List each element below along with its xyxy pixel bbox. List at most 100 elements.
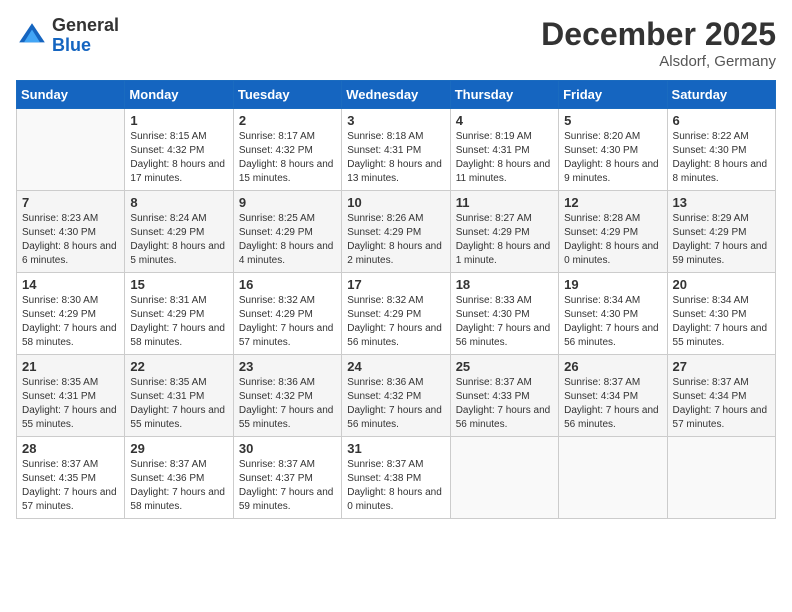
calendar-week-row: 7 Sunrise: 8:23 AMSunset: 4:30 PMDaylight… <box>17 191 776 273</box>
day-number: 23 <box>239 359 336 374</box>
calendar-cell: 16 Sunrise: 8:32 AMSunset: 4:29 PMDayligh… <box>233 273 341 355</box>
day-number: 30 <box>239 441 336 456</box>
calendar-header-monday: Monday <box>125 81 233 109</box>
day-number: 16 <box>239 277 336 292</box>
day-info: Sunrise: 8:29 AMSunset: 4:29 PMDaylight:… <box>673 212 770 268</box>
calendar-cell: 24 Sunrise: 8:36 AMSunset: 4:32 PMDayligh… <box>342 355 450 437</box>
calendar-header-tuesday: Tuesday <box>233 81 341 109</box>
day-info: Sunrise: 8:37 AMSunset: 4:33 PMDaylight:… <box>456 376 553 432</box>
calendar-cell: 7 Sunrise: 8:23 AMSunset: 4:30 PMDaylight… <box>17 191 125 273</box>
day-info: Sunrise: 8:33 AMSunset: 4:30 PMDaylight:… <box>456 294 553 350</box>
day-info: Sunrise: 8:37 AMSunset: 4:36 PMDaylight:… <box>130 458 227 514</box>
day-number: 21 <box>22 359 119 374</box>
location: Alsdorf, Germany <box>541 53 776 70</box>
day-number: 1 <box>130 113 227 128</box>
day-info: Sunrise: 8:23 AMSunset: 4:30 PMDaylight:… <box>22 212 119 268</box>
day-number: 14 <box>22 277 119 292</box>
calendar-cell: 28 Sunrise: 8:37 AMSunset: 4:35 PMDayligh… <box>17 437 125 519</box>
day-info: Sunrise: 8:37 AMSunset: 4:35 PMDaylight:… <box>22 458 119 514</box>
calendar-cell: 3 Sunrise: 8:18 AMSunset: 4:31 PMDaylight… <box>342 109 450 191</box>
day-info: Sunrise: 8:32 AMSunset: 4:29 PMDaylight:… <box>347 294 444 350</box>
day-info: Sunrise: 8:37 AMSunset: 4:34 PMDaylight:… <box>673 376 770 432</box>
logo-icon <box>16 20 48 52</box>
title-block: December 2025 Alsdorf, Germany <box>541 16 776 70</box>
day-info: Sunrise: 8:20 AMSunset: 4:30 PMDaylight:… <box>564 130 661 186</box>
day-info: Sunrise: 8:27 AMSunset: 4:29 PMDaylight:… <box>456 212 553 268</box>
day-number: 9 <box>239 195 336 210</box>
calendar-header-friday: Friday <box>559 81 667 109</box>
calendar-cell <box>450 437 558 519</box>
day-info: Sunrise: 8:34 AMSunset: 4:30 PMDaylight:… <box>564 294 661 350</box>
day-number: 27 <box>673 359 770 374</box>
day-info: Sunrise: 8:34 AMSunset: 4:30 PMDaylight:… <box>673 294 770 350</box>
day-number: 6 <box>673 113 770 128</box>
calendar-cell: 9 Sunrise: 8:25 AMSunset: 4:29 PMDaylight… <box>233 191 341 273</box>
calendar-cell: 8 Sunrise: 8:24 AMSunset: 4:29 PMDaylight… <box>125 191 233 273</box>
calendar-cell: 31Sunrise: 8:37 AMSunset: 4:38 PMDayligh… <box>342 437 450 519</box>
calendar-cell: 18 Sunrise: 8:33 AMSunset: 4:30 PMDayligh… <box>450 273 558 355</box>
calendar-cell: 26 Sunrise: 8:37 AMSunset: 4:34 PMDayligh… <box>559 355 667 437</box>
calendar-cell: 5 Sunrise: 8:20 AMSunset: 4:30 PMDaylight… <box>559 109 667 191</box>
day-info: Sunrise: 8:32 AMSunset: 4:29 PMDaylight:… <box>239 294 336 350</box>
calendar-cell: 30Sunrise: 8:37 AMSunset: 4:37 PMDayligh… <box>233 437 341 519</box>
calendar-cell: 19 Sunrise: 8:34 AMSunset: 4:30 PMDayligh… <box>559 273 667 355</box>
day-number: 25 <box>456 359 553 374</box>
calendar-cell: 29 Sunrise: 8:37 AMSunset: 4:36 PMDayligh… <box>125 437 233 519</box>
day-number: 24 <box>347 359 444 374</box>
day-number: 31 <box>347 441 444 456</box>
day-number: 26 <box>564 359 661 374</box>
day-info: Sunrise: 8:31 AMSunset: 4:29 PMDaylight:… <box>130 294 227 350</box>
calendar-cell: 14 Sunrise: 8:30 AMSunset: 4:29 PMDayligh… <box>17 273 125 355</box>
day-info: Sunrise: 8:30 AMSunset: 4:29 PMDaylight:… <box>22 294 119 350</box>
logo: General Blue <box>16 16 119 56</box>
calendar-cell: 4Sunrise: 8:19 AMSunset: 4:31 PMDaylight… <box>450 109 558 191</box>
day-number: 5 <box>564 113 661 128</box>
day-info: Sunrise: 8:18 AMSunset: 4:31 PMDaylight:… <box>347 130 444 186</box>
calendar-cell: 21 Sunrise: 8:35 AMSunset: 4:31 PMDayligh… <box>17 355 125 437</box>
day-info: Sunrise: 8:15 AMSunset: 4:32 PMDaylight:… <box>130 130 227 186</box>
calendar-cell: 13Sunrise: 8:29 AMSunset: 4:29 PMDayligh… <box>667 191 775 273</box>
day-number: 29 <box>130 441 227 456</box>
day-number: 28 <box>22 441 119 456</box>
calendar-cell: 25 Sunrise: 8:37 AMSunset: 4:33 PMDayligh… <box>450 355 558 437</box>
calendar-cell: 23Sunrise: 8:36 AMSunset: 4:32 PMDayligh… <box>233 355 341 437</box>
day-number: 15 <box>130 277 227 292</box>
day-info: Sunrise: 8:22 AMSunset: 4:30 PMDaylight:… <box>673 130 770 186</box>
day-info: Sunrise: 8:35 AMSunset: 4:31 PMDaylight:… <box>130 376 227 432</box>
day-info: Sunrise: 8:26 AMSunset: 4:29 PMDaylight:… <box>347 212 444 268</box>
day-info: Sunrise: 8:19 AMSunset: 4:31 PMDaylight:… <box>456 130 553 186</box>
day-info: Sunrise: 8:36 AMSunset: 4:32 PMDaylight:… <box>347 376 444 432</box>
page-header: General Blue December 2025 Alsdorf, Germ… <box>16 16 776 70</box>
day-number: 2 <box>239 113 336 128</box>
calendar-header-thursday: Thursday <box>450 81 558 109</box>
day-info: Sunrise: 8:37 AMSunset: 4:34 PMDaylight:… <box>564 376 661 432</box>
calendar-header-saturday: Saturday <box>667 81 775 109</box>
calendar-cell: 17Sunrise: 8:32 AMSunset: 4:29 PMDayligh… <box>342 273 450 355</box>
day-number: 19 <box>564 277 661 292</box>
day-number: 3 <box>347 113 444 128</box>
calendar-header-sunday: Sunday <box>17 81 125 109</box>
calendar-cell: 11 Sunrise: 8:27 AMSunset: 4:29 PMDayligh… <box>450 191 558 273</box>
day-number: 8 <box>130 195 227 210</box>
calendar-cell: 20Sunrise: 8:34 AMSunset: 4:30 PMDayligh… <box>667 273 775 355</box>
day-info: Sunrise: 8:25 AMSunset: 4:29 PMDaylight:… <box>239 212 336 268</box>
day-info: Sunrise: 8:35 AMSunset: 4:31 PMDaylight:… <box>22 376 119 432</box>
day-info: Sunrise: 8:24 AMSunset: 4:29 PMDaylight:… <box>130 212 227 268</box>
day-number: 12 <box>564 195 661 210</box>
day-number: 18 <box>456 277 553 292</box>
day-number: 11 <box>456 195 553 210</box>
calendar-cell: 27 Sunrise: 8:37 AMSunset: 4:34 PMDayligh… <box>667 355 775 437</box>
day-number: 7 <box>22 195 119 210</box>
calendar-cell: 22Sunrise: 8:35 AMSunset: 4:31 PMDayligh… <box>125 355 233 437</box>
calendar-cell: 10 Sunrise: 8:26 AMSunset: 4:29 PMDayligh… <box>342 191 450 273</box>
calendar-week-row: 28 Sunrise: 8:37 AMSunset: 4:35 PMDayligh… <box>17 437 776 519</box>
calendar-week-row: 1 Sunrise: 8:15 AMSunset: 4:32 PMDaylight… <box>17 109 776 191</box>
calendar-cell <box>559 437 667 519</box>
calendar-header-wednesday: Wednesday <box>342 81 450 109</box>
logo-text: General Blue <box>52 16 119 56</box>
day-number: 10 <box>347 195 444 210</box>
month-title: December 2025 <box>541 16 776 53</box>
calendar-week-row: 14 Sunrise: 8:30 AMSunset: 4:29 PMDayligh… <box>17 273 776 355</box>
calendar-cell: 6 Sunrise: 8:22 AMSunset: 4:30 PMDaylight… <box>667 109 775 191</box>
day-info: Sunrise: 8:17 AMSunset: 4:32 PMDaylight:… <box>239 130 336 186</box>
